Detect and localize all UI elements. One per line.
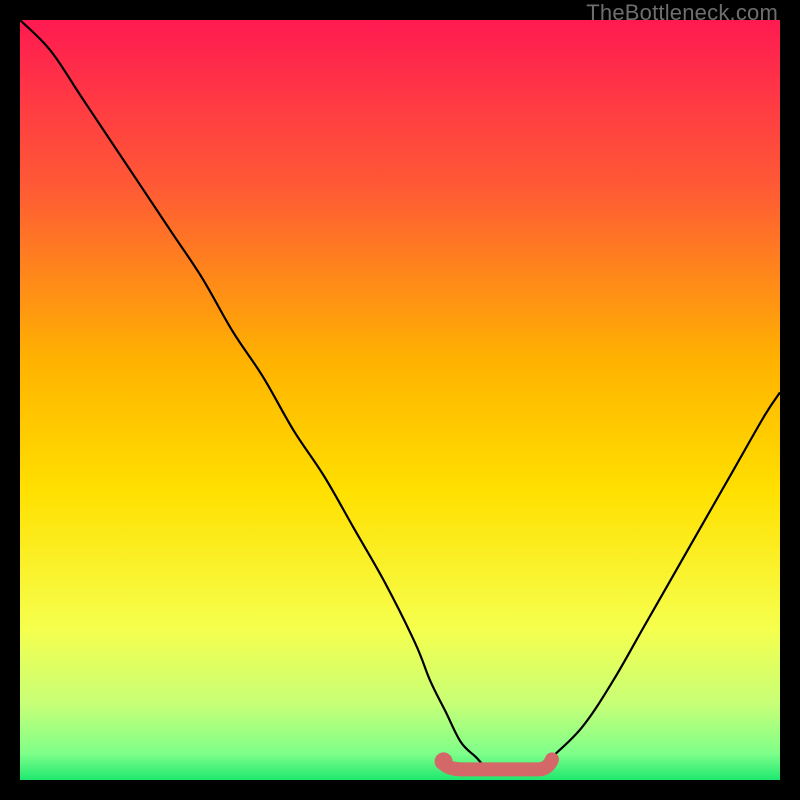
highlight-marker [446, 759, 552, 769]
bottleneck-curve-svg [20, 20, 780, 780]
watermark-text: TheBottleneck.com [586, 0, 778, 26]
highlight-marker-dot [435, 752, 453, 770]
bottleneck-curve-path [20, 20, 780, 774]
chart-frame [20, 20, 780, 780]
